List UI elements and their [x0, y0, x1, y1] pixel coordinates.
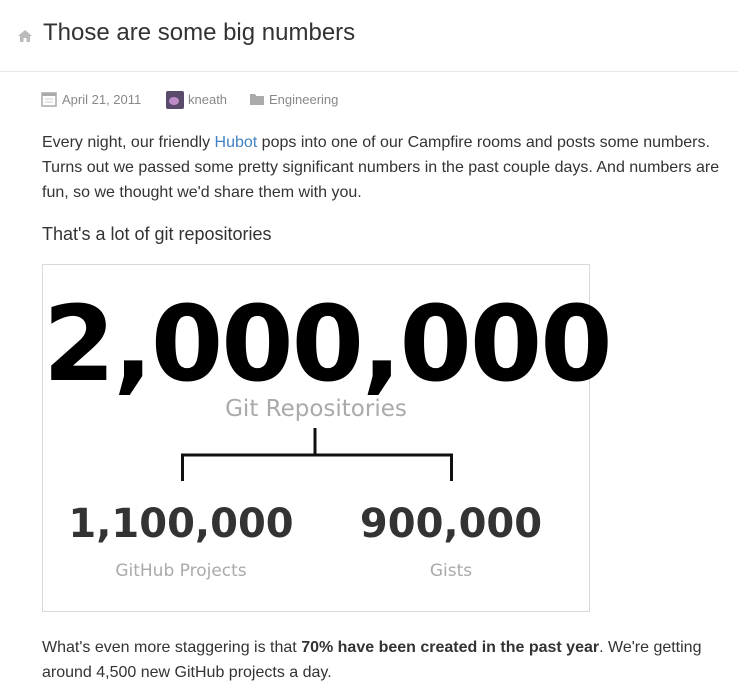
- gists-label: Gists: [429, 561, 473, 581]
- github-projects-value: 1,100,000: [68, 501, 294, 547]
- closing-bold-text: 70% have been created in the past year: [301, 639, 600, 656]
- date-text: April 21, 2011: [62, 92, 142, 107]
- page-title: Those are some big numbers: [43, 19, 356, 46]
- hubot-link[interactable]: Hubot: [215, 134, 258, 151]
- post-header: Those are some big numbers: [0, 0, 738, 72]
- split-bracket: [181, 428, 453, 481]
- home-icon[interactable]: [17, 28, 33, 44]
- total-repositories-value: 2,000,000: [43, 283, 613, 405]
- intro-text-1: Every night, our friendly: [42, 134, 215, 151]
- avatar: [166, 91, 184, 109]
- stats-figure: 2,000,000 Git Repositories 1,100,000 Git…: [42, 264, 613, 612]
- category-link[interactable]: Engineering: [269, 92, 338, 107]
- folder-icon: [250, 94, 264, 105]
- section-heading: That's a lot of git repositories: [42, 224, 272, 244]
- author-link[interactable]: kneath: [188, 92, 227, 107]
- gists-value: 900,000: [359, 501, 543, 547]
- total-repositories-label: Git Repositories: [225, 396, 407, 422]
- github-projects-label: GitHub Projects: [115, 561, 247, 581]
- closing-text-1: What's even more staggering is that: [42, 639, 302, 656]
- intro-paragraph: Every night, our friendly Hubot pops int…: [42, 130, 732, 205]
- calendar-icon: [41, 92, 57, 107]
- closing-paragraph: What's even more staggering is that 70% …: [42, 635, 732, 685]
